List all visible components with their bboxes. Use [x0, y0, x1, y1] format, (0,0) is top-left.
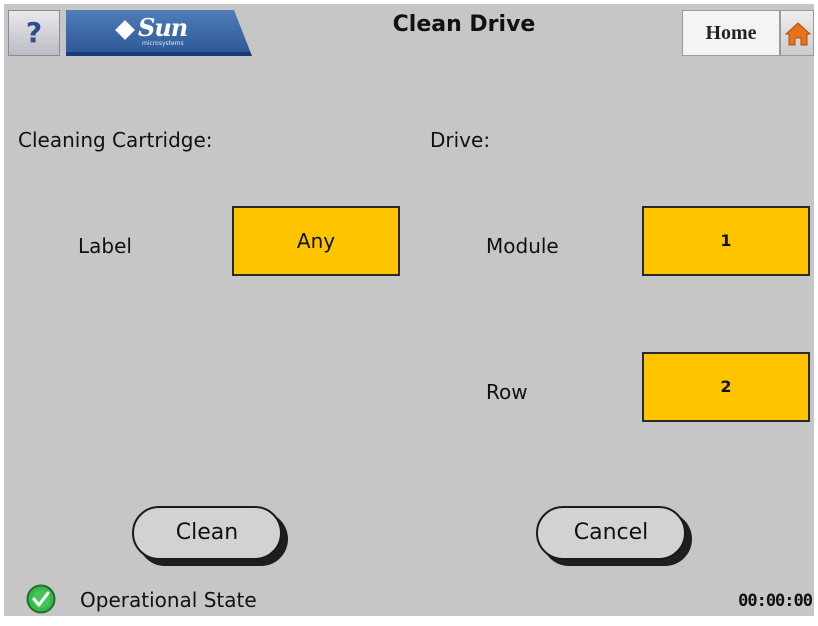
check-circle-icon — [26, 584, 56, 614]
clean-button-wrapper: Clean — [132, 506, 290, 568]
label-field-label: Label — [78, 234, 132, 258]
sun-logo: Sun microsystems — [66, 10, 252, 56]
home-icon-button[interactable] — [780, 10, 814, 56]
home-button-label: Home — [705, 22, 757, 44]
label-value-box[interactable]: Any — [232, 206, 400, 276]
header-bar: ? Sun microsystems Clean Drive Home — [4, 4, 814, 56]
sun-diamond-icon — [115, 20, 135, 40]
clean-drive-screen: ? Sun microsystems Clean Drive Home Clea… — [4, 4, 814, 616]
house-icon — [785, 22, 811, 46]
clock-display: 00:00:00 — [738, 591, 813, 611]
cleaning-cartridge-heading: Cleaning Cartridge: — [18, 128, 213, 152]
row-value-box[interactable]: 2 — [642, 352, 810, 422]
home-button[interactable]: Home — [682, 10, 780, 56]
row-field-label: Row — [486, 380, 528, 404]
cancel-button-wrapper: Cancel — [536, 506, 694, 568]
logo-subtext: microsystems — [142, 40, 184, 47]
help-icon: ? — [25, 16, 43, 49]
operational-state-text: Operational State — [80, 588, 257, 612]
help-button[interactable]: ? — [8, 10, 60, 56]
clean-button[interactable]: Clean — [132, 506, 282, 560]
drive-heading: Drive: — [430, 128, 491, 152]
cancel-button[interactable]: Cancel — [536, 506, 686, 560]
page-title: Clean Drive — [392, 12, 536, 37]
module-field-label: Module — [486, 234, 559, 258]
module-value-box[interactable]: 1 — [642, 206, 810, 276]
logo-text: Sun — [138, 13, 188, 42]
